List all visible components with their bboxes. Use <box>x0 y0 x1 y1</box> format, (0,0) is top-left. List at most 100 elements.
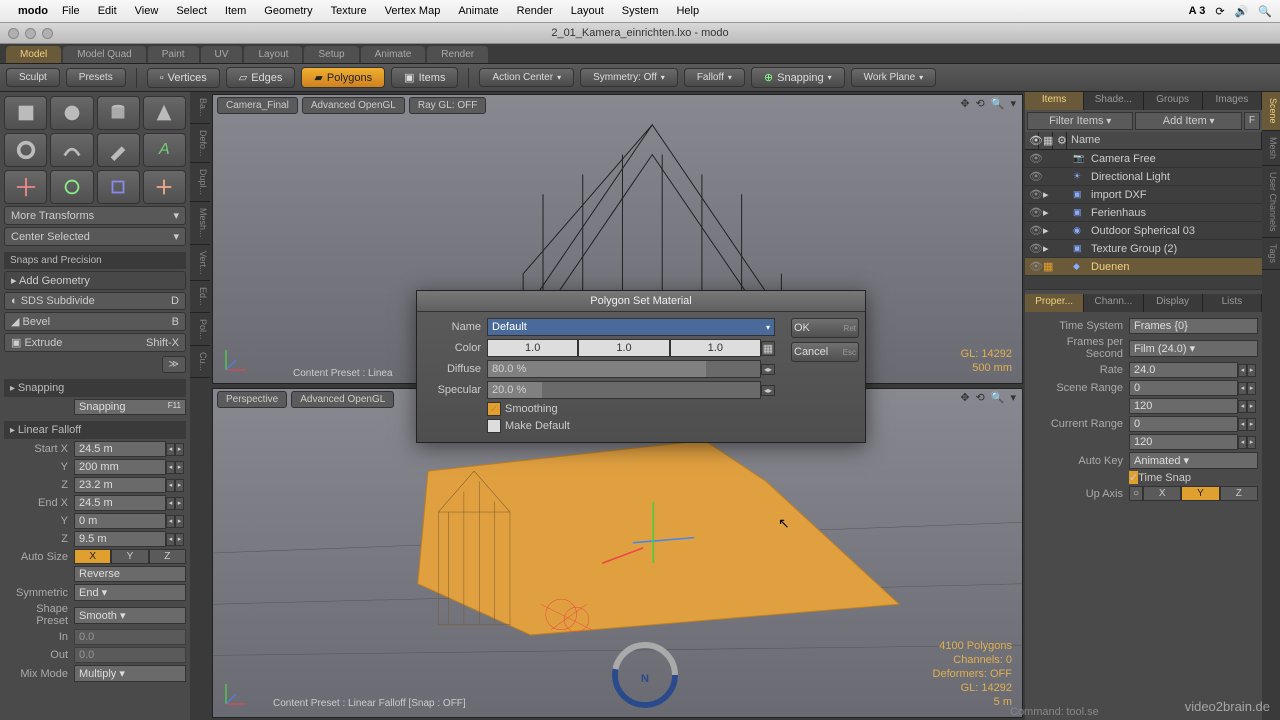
ok-button[interactable]: OKRet <box>791 318 859 338</box>
menu-file[interactable]: File <box>62 5 80 17</box>
vtab-deform[interactable]: Defo... <box>190 124 210 164</box>
vtab-duplicate[interactable]: Dupl... <box>190 163 210 202</box>
color-picker-icon[interactable]: ▦ <box>761 341 775 356</box>
vtab-polygon[interactable]: Pol... <box>190 313 210 347</box>
menu-vertexmap[interactable]: Vertex Map <box>385 5 441 17</box>
sculpt-button[interactable]: Sculpt <box>6 68 60 87</box>
torus-tool[interactable] <box>4 133 47 167</box>
tab-channels[interactable]: Chann... <box>1084 294 1143 312</box>
text-tool[interactable]: A <box>143 133 186 167</box>
material-name-field[interactable]: Default▾ <box>487 318 775 336</box>
specular-slider[interactable]: 20.0 % <box>487 381 761 399</box>
tab-model[interactable]: Model <box>6 46 61 63</box>
symmetric-dropdown[interactable]: End ▾ <box>74 584 186 601</box>
vtab-vertex[interactable]: Vert... <box>190 245 210 282</box>
falloff-header[interactable]: ▸ Linear Falloff <box>4 421 186 439</box>
reverse-button[interactable]: Reverse <box>74 566 186 582</box>
make-default-checkbox[interactable] <box>487 419 501 433</box>
pan-icon[interactable]: ✥ <box>960 97 969 110</box>
bevel-button[interactable]: ◢ BevelB <box>4 312 186 331</box>
time-snap-checkbox[interactable]: ✓ <box>1129 471 1138 484</box>
menu-select[interactable]: Select <box>176 5 207 17</box>
name-column-header[interactable]: Name <box>1067 132 1262 149</box>
chevron-down-icon[interactable]: ▾ <box>766 323 770 332</box>
cube-tool[interactable] <box>4 96 47 130</box>
volume-icon[interactable]: 🔊 <box>1235 5 1249 18</box>
app-name[interactable]: modo <box>18 5 48 17</box>
vp2-view-dropdown[interactable]: Perspective <box>217 391 287 408</box>
current-range-a[interactable]: 0 <box>1129 416 1238 432</box>
minimize-window-icon[interactable] <box>25 28 36 39</box>
vtab-mesh[interactable]: Mesh... <box>190 202 210 245</box>
extrude-button[interactable]: ▣ ExtrudeShift-X <box>4 333 186 352</box>
vtab-curve[interactable]: Cu... <box>190 346 210 378</box>
sds-subdivide-button[interactable]: ◐ SDS SubdivideD <box>4 292 186 310</box>
menu-texture[interactable]: Texture <box>331 5 367 17</box>
item-row-camera[interactable]: 👁📷Camera Free <box>1025 150 1262 168</box>
center-selected-button[interactable]: Center Selected▾ <box>4 227 186 246</box>
orbit-icon[interactable]: ⟲ <box>976 391 985 404</box>
tab-setup[interactable]: Setup <box>304 46 358 63</box>
tab-uv[interactable]: UV <box>201 46 243 63</box>
menu-render[interactable]: Render <box>517 5 553 17</box>
start-x-field[interactable]: 24.5 m <box>74 441 166 457</box>
tab-render[interactable]: Render <box>427 46 488 63</box>
zoom-window-icon[interactable] <box>42 28 53 39</box>
maximize-icon[interactable]: ▾ <box>1010 97 1016 110</box>
item-row-outdoor[interactable]: 👁▸◉Outdoor Spherical 03 <box>1025 222 1262 240</box>
selmode-edges[interactable]: ▱Edges <box>226 67 296 88</box>
add-item-dropdown[interactable]: Add Item ▾ <box>1135 112 1241 130</box>
end-y-field[interactable]: 0 m <box>74 513 166 529</box>
time-system-dropdown[interactable]: Frames {0} <box>1129 318 1258 334</box>
tab-items[interactable]: Items <box>1025 92 1084 110</box>
scene-range-a[interactable]: 0 <box>1129 380 1238 396</box>
tab-shader[interactable]: Shade... <box>1084 92 1143 110</box>
transform-tool[interactable] <box>143 170 186 204</box>
maximize-icon[interactable]: ▾ <box>1010 391 1016 404</box>
vtab-scene[interactable]: Scene <box>1262 92 1280 131</box>
selmode-items[interactable]: ▣Items <box>391 67 458 88</box>
vtab-mesh-r[interactable]: Mesh <box>1262 131 1280 166</box>
orbit-icon[interactable]: ⟲ <box>976 97 985 110</box>
vp1-raygl-toggle[interactable]: Ray GL: OFF <box>409 97 486 114</box>
vtab-basic[interactable]: Ba... <box>190 92 210 124</box>
zoom-icon[interactable]: 🔍 <box>991 391 1005 404</box>
menu-system[interactable]: System <box>622 5 659 17</box>
falloff-dropdown[interactable]: Falloff <box>684 68 745 87</box>
tab-lists[interactable]: Lists <box>1203 294 1262 312</box>
menu-view[interactable]: View <box>135 5 159 17</box>
pen-tool[interactable] <box>97 133 140 167</box>
rate-field[interactable]: 24.0 <box>1129 362 1238 378</box>
mixmode-dropdown[interactable]: Multiply ▾ <box>74 665 186 682</box>
snapping-toggle[interactable]: SnappingF11 <box>74 399 186 415</box>
smoothing-checkbox[interactable]: ✓ <box>487 402 501 416</box>
vtab-tags[interactable]: Tags <box>1262 238 1280 270</box>
cone-tool[interactable] <box>143 96 186 130</box>
tab-layout[interactable]: Layout <box>244 46 302 63</box>
item-row-light[interactable]: 👁☀Directional Light <box>1025 168 1262 186</box>
tab-paint[interactable]: Paint <box>148 46 199 63</box>
start-z-field[interactable]: 23.2 m <box>74 477 166 493</box>
item-row-ferienhaus[interactable]: 👁▸▣Ferienhaus <box>1025 204 1262 222</box>
scale-tool[interactable] <box>97 170 140 204</box>
tube-tool[interactable] <box>50 133 93 167</box>
menu-help[interactable]: Help <box>676 5 699 17</box>
pan-icon[interactable]: ✥ <box>960 391 969 404</box>
auto-key-dropdown[interactable]: Animated ▾ <box>1129 452 1258 469</box>
menu-item[interactable]: Item <box>225 5 246 17</box>
menu-animate[interactable]: Animate <box>458 5 498 17</box>
selmode-vertices[interactable]: ▫Vertices <box>147 68 220 88</box>
add-geometry-button[interactable]: ▸ Add Geometry <box>4 271 186 290</box>
tab-display[interactable]: Display <box>1144 294 1203 312</box>
up-axis-toggle[interactable]: ○XYZ <box>1129 486 1258 501</box>
filter-items-dropdown[interactable]: Filter Items ▾ <box>1027 112 1133 130</box>
tab-groups[interactable]: Groups <box>1144 92 1203 110</box>
diffuse-slider[interactable]: 80.0 % <box>487 360 761 378</box>
color-field[interactable]: 1.01.01.0 <box>487 339 761 357</box>
menu-edit[interactable]: Edit <box>98 5 117 17</box>
menu-geometry[interactable]: Geometry <box>264 5 312 17</box>
command-line[interactable]: Command: tool.se <box>1010 706 1099 718</box>
vp2-shading-dropdown[interactable]: Advanced OpenGL <box>291 391 394 408</box>
current-range-b[interactable]: 120 <box>1129 434 1238 450</box>
item-row-importdxf[interactable]: 👁▸▣import DXF <box>1025 186 1262 204</box>
